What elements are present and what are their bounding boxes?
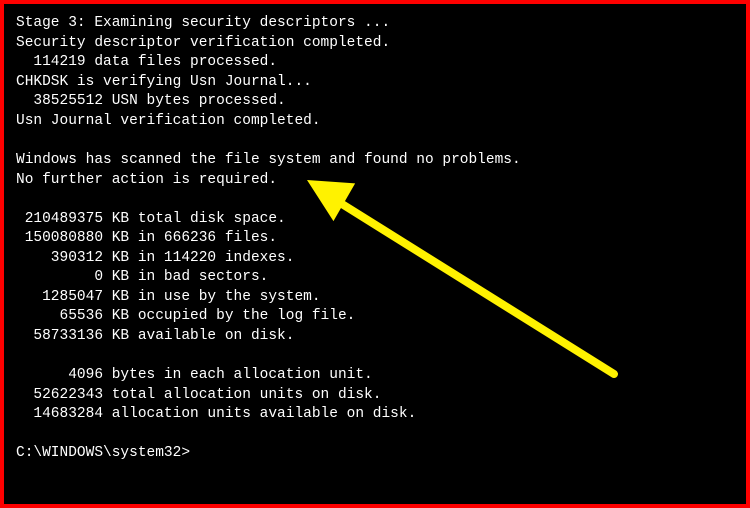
terminal-line: 4096 bytes in each allocation unit. [16,366,734,386]
terminal-line: 114219 data files processed. [16,53,734,73]
terminal-line: 150080880 KB in 666236 files. [16,229,734,249]
terminal-line: CHKDSK is verifying Usn Journal... [16,73,734,93]
terminal-line: 210489375 KB total disk space. [16,210,734,230]
terminal-line: 0 KB in bad sectors. [16,268,734,288]
terminal-line: 390312 KB in 114220 indexes. [16,249,734,269]
terminal-line: 1285047 KB in use by the system. [16,288,734,308]
terminal-line: Security descriptor verification complet… [16,34,734,54]
terminal-output: Stage 3: Examining security descriptors … [16,14,734,464]
terminal-line [16,190,734,210]
terminal-line: Stage 3: Examining security descriptors … [16,14,734,34]
terminal-line [16,347,734,367]
terminal-line: C:\WINDOWS\system32> [16,444,734,464]
terminal-line: Usn Journal verification completed. [16,112,734,132]
terminal-line [16,131,734,151]
terminal-line [16,425,734,445]
terminal-line: No further action is required. [16,171,734,191]
terminal-line: 14683284 allocation units available on d… [16,405,734,425]
terminal-line: 38525512 USN bytes processed. [16,92,734,112]
terminal-line: 65536 KB occupied by the log file. [16,307,734,327]
terminal-line: Windows has scanned the file system and … [16,151,734,171]
terminal-line: 58733136 KB available on disk. [16,327,734,347]
terminal-line: 52622343 total allocation units on disk. [16,386,734,406]
